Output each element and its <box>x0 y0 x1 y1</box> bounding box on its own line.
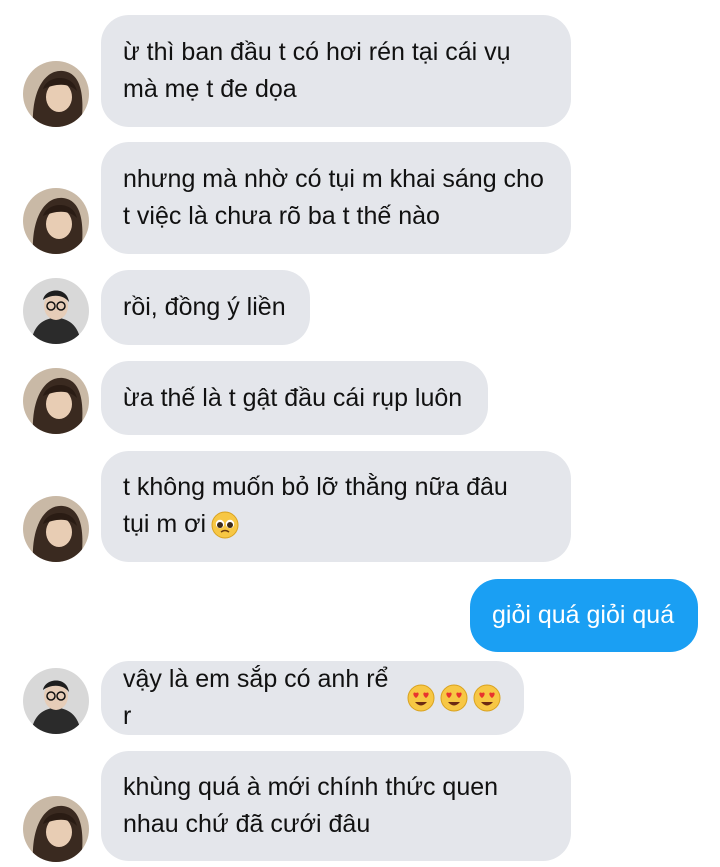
avatar-long-hair[interactable] <box>23 188 89 254</box>
message-bubble[interactable]: nhưng mà nhờ có tụi m khai sáng cho t vi… <box>101 142 571 254</box>
message-text: t không muốn bỏ lỡ thằng nữa đâu tụi m ơ… <box>123 473 508 538</box>
message-bubble[interactable]: rồi, đồng ý liền <box>101 270 310 345</box>
avatar-long-hair[interactable] <box>23 61 89 127</box>
emoji-group <box>210 510 240 540</box>
message-bubble[interactable]: ừa thế là t gật đầu cái rụp luôn <box>101 361 488 435</box>
message-bubble[interactable]: vậy là em sắp có anh rể r <box>101 661 524 735</box>
heart-eyes-emoji <box>472 683 502 713</box>
heart-eyes-emoji <box>439 683 469 713</box>
avatar-long-hair[interactable] <box>23 496 89 562</box>
heart-eyes-emoji <box>406 683 436 713</box>
avatar-glasses[interactable] <box>23 668 89 734</box>
message-bubble[interactable]: ừ thì ban đầu t có hơi rén tại cái vụ mà… <box>101 15 571 127</box>
avatar-glasses[interactable] <box>23 278 89 344</box>
pleading-face-emoji <box>210 510 240 540</box>
message-bubble-outgoing[interactable]: giỏi quá giỏi quá <box>470 579 698 652</box>
emoji-group <box>406 683 502 713</box>
message-bubble[interactable]: t không muốn bỏ lỡ thằng nữa đâu tụi m ơ… <box>101 451 571 562</box>
message-bubble[interactable]: khùng quá à mới chính thức quen nhau chứ… <box>101 751 571 861</box>
message-text: vậy là em sắp có anh rể r <box>123 665 396 730</box>
avatar-long-hair[interactable] <box>23 796 89 862</box>
avatar-long-hair[interactable] <box>23 368 89 434</box>
